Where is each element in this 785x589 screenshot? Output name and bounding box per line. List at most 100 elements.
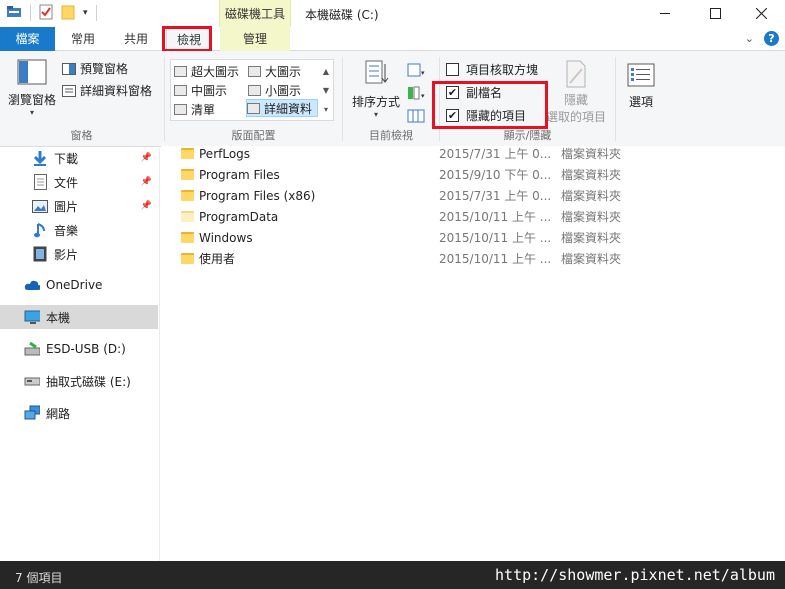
medium-icons-icon	[174, 84, 187, 96]
explorer-app-icon[interactable]	[6, 5, 22, 22]
properties-icon[interactable]	[39, 4, 53, 23]
tab-home[interactable]: 常用	[58, 27, 108, 51]
layout-list[interactable]: 清單	[174, 100, 215, 118]
current-view-group-label: 目前檢視	[369, 129, 413, 142]
hide-selected-items-button[interactable]: 隱藏 選取的項目	[546, 59, 606, 125]
file-date: 2015/10/11 上午 ...	[439, 210, 552, 224]
nav-item-music[interactable]: 音樂	[0, 218, 158, 242]
video-icon	[32, 246, 48, 262]
details-icon	[247, 102, 260, 114]
hide-selected-line2: 選取的項目	[546, 110, 607, 124]
small-icons-icon	[248, 84, 261, 96]
nav-item-downloads[interactable]: 下載 📌	[0, 146, 158, 170]
navigation-pane-label: 瀏覽窗格	[8, 93, 57, 107]
maximize-button[interactable]	[691, 0, 739, 27]
view-small-buttons: ▾ ▾	[407, 63, 427, 126]
tab-manage[interactable]: 管理	[220, 27, 290, 51]
nav-item-pictures[interactable]: 圖片 📌	[0, 194, 158, 218]
list-item[interactable]: Windows 2015/10/11 上午 ... 檔案資料夾	[161, 227, 785, 248]
qat-customize-icon[interactable]: ▾	[83, 8, 88, 18]
usb-drive-icon	[24, 341, 40, 357]
download-icon	[32, 150, 48, 166]
current-view-group: 排序方式 ▾ ▾ ▾ 目前檢視	[343, 55, 439, 145]
list-item[interactable]: 使用者 2015/10/11 上午 ... 檔案資料夾	[161, 248, 785, 269]
options-group: 選項	[616, 55, 666, 145]
layout-small-icons[interactable]: 小圖示	[248, 81, 301, 99]
preview-pane-icon	[62, 62, 76, 75]
list-item[interactable]: Program Files (x86) 2015/7/31 上午 0... 檔案…	[161, 185, 785, 206]
file-name: Program Files	[199, 167, 280, 182]
options-label: 選項	[628, 95, 653, 109]
size-columns-icon[interactable]	[407, 109, 427, 126]
music-icon	[32, 222, 48, 238]
pin-icon[interactable]: 📌	[141, 153, 152, 163]
details-pane-label: 詳細資料窗格	[80, 84, 153, 98]
file-date: 2015/10/11 上午 ...	[439, 231, 552, 245]
file-type: 檔案資料夾	[561, 252, 622, 266]
item-checkboxes-option[interactable]: 項目核取方塊	[446, 61, 538, 78]
extra-large-icons-icon	[174, 65, 187, 77]
ribbon-tabs: 檔案 常用 共用 檢視 管理 ⌄ ?	[0, 27, 785, 52]
hide-selected-line1: 隱藏	[563, 93, 588, 107]
cloud-icon	[24, 277, 40, 293]
nav-item-documents[interactable]: 文件 📌	[0, 170, 158, 194]
layout-extra-large-icons[interactable]: 超大圖示	[174, 62, 239, 80]
layout-large-icons[interactable]: 大圖示	[248, 62, 301, 80]
tab-file[interactable]: 檔案	[0, 27, 55, 51]
layout-details[interactable]: 詳細資料	[246, 99, 318, 117]
picture-icon	[32, 198, 48, 214]
pin-icon[interactable]: 📌	[141, 201, 152, 211]
expand-ribbon-icon[interactable]: ⌄	[745, 32, 754, 45]
new-folder-icon[interactable]	[61, 4, 75, 23]
panes-group: 瀏覽窗格 ▾ 預覽窗格 詳細資料窗格 窗格	[0, 55, 163, 145]
file-type: 檔案資料夾	[561, 231, 622, 245]
close-icon	[755, 8, 767, 19]
nav-item-network[interactable]: 網路	[0, 401, 158, 425]
list-item[interactable]: PerfLogs 2015/7/31 上午 0... 檔案資料夾	[161, 143, 785, 164]
sort-by-label: 排序方式	[351, 95, 400, 109]
list-item[interactable]: Program Files 2015/9/10 下午 0... 檔案資料夾	[161, 164, 785, 185]
nav-item-removable-disk[interactable]: 抽取式磁碟 (E:)	[0, 369, 158, 393]
file-explorer-window: ▾ 磁碟機工具 本機磁碟 (C:) 檔案 常用 共用 檢視 管理 ⌄ ? 瀏覽窗…	[0, 0, 785, 589]
item-count: 7 個項目	[15, 571, 63, 585]
group-by-icon[interactable]: ▾	[407, 63, 427, 80]
options-button[interactable]: 選項	[624, 63, 658, 110]
minimize-button[interactable]	[641, 0, 689, 27]
file-type: 檔案資料夾	[561, 168, 622, 182]
item-checkboxes-label: 項目核取方塊	[466, 63, 539, 77]
navigation-pane-button[interactable]: 瀏覽窗格 ▾	[8, 59, 56, 117]
sort-by-icon	[365, 60, 389, 84]
layout-group-label: 版面配置	[231, 129, 276, 142]
pin-icon[interactable]: 📌	[141, 177, 152, 187]
help-icon[interactable]: ?	[764, 31, 779, 46]
file-date: 2015/7/31 上午 0...	[439, 147, 552, 161]
preview-pane-button[interactable]: 預覽窗格	[62, 60, 128, 77]
close-button[interactable]	[737, 0, 785, 27]
nav-item-onedrive[interactable]: OneDrive	[0, 273, 158, 297]
layout-medium-icons[interactable]: 中圖示	[174, 81, 227, 99]
large-icons-icon	[248, 65, 261, 77]
item-checkboxes-checkbox[interactable]	[446, 63, 459, 76]
file-date: 2015/7/31 上午 0...	[439, 189, 552, 203]
svg-text:▾: ▾	[421, 69, 425, 77]
add-columns-icon[interactable]: ▾	[407, 86, 427, 103]
show-hide-group-label: 顯示/隱藏	[503, 129, 552, 142]
details-pane-button[interactable]: 詳細資料窗格	[62, 82, 152, 99]
layout-scroll-controls[interactable]: ▲ ▼ ▾	[321, 62, 331, 119]
options-icon	[627, 63, 655, 87]
view-tab-highlight	[162, 26, 212, 52]
folder-icon	[181, 148, 194, 159]
panes-group-label: 窗格	[70, 129, 93, 142]
hidden-folder-icon	[181, 211, 194, 222]
ribbon-right-controls: ⌄ ?	[745, 31, 779, 46]
nav-item-videos[interactable]: 影片	[0, 242, 158, 266]
tab-share[interactable]: 共用	[112, 27, 160, 51]
window-title: 本機磁碟 (C:)	[305, 8, 379, 22]
file-type: 檔案資料夾	[561, 189, 622, 203]
list-item[interactable]: ProgramData 2015/10/11 上午 ... 檔案資料夾	[161, 206, 785, 227]
nav-item-this-pc[interactable]: 本機	[0, 305, 158, 329]
ribbon: 瀏覽窗格 ▾ 預覽窗格 詳細資料窗格 窗格 版面配置 超大圖示 大圖示 中圖示 …	[0, 51, 785, 147]
sort-by-button[interactable]: 排序方式 ▾	[351, 59, 401, 119]
navigation-pane: 下載 📌 文件 📌 圖片 📌 音樂 影片 OneDrive 本機 ESD-USB…	[0, 148, 160, 561]
nav-item-esd-usb[interactable]: ESD-USB (D:)	[0, 337, 158, 361]
